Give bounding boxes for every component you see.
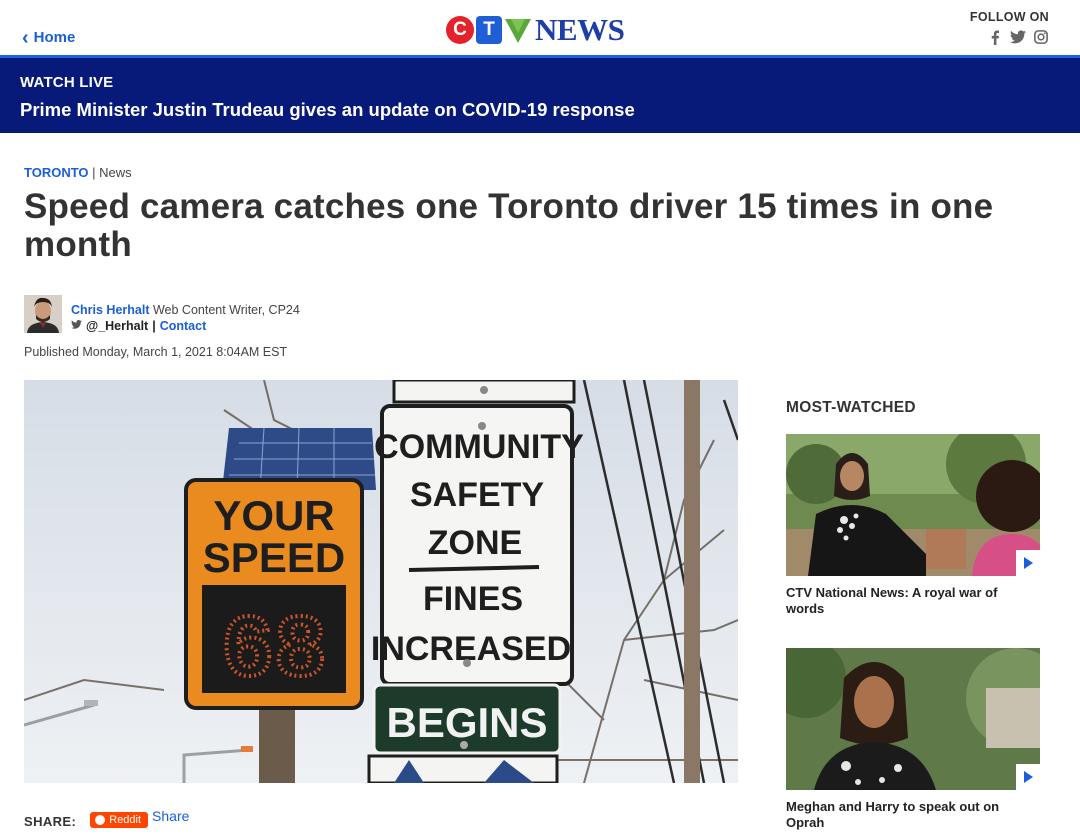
twitter-icon[interactable] — [1010, 29, 1026, 45]
video-caption[interactable]: CTV National News: A royal war of words — [786, 585, 1026, 617]
article-headline: Speed camera catches one Toronto driver … — [24, 187, 994, 264]
breadcrumb: TORONTO | News — [24, 165, 132, 180]
most-watched-card[interactable]: CTV National News: A royal war of words — [786, 434, 1040, 617]
speed-sign-photo: YOUR SPEED 68 COMMUNITY SAFETY ZONE FINE… — [24, 380, 738, 783]
logo-letter-c: C — [446, 16, 474, 44]
watch-live-title[interactable]: Prime Minister Justin Trudeau gives an u… — [20, 99, 635, 121]
author-name-link[interactable]: Chris Herhalt — [71, 303, 150, 317]
logo-letter-t: T — [476, 16, 502, 44]
video-caption[interactable]: Meghan and Harry to speak out on Oprah — [786, 799, 1026, 831]
play-icon[interactable] — [1016, 764, 1040, 790]
watch-live-banner[interactable]: WATCH LIVE Prime Minister Justin Trudeau… — [0, 58, 1080, 133]
video-thumbnail[interactable] — [786, 434, 1040, 576]
sign-line-3: ZONE — [428, 524, 522, 562]
share-link[interactable]: Share — [152, 808, 189, 824]
most-watched-title: MOST-WATCHED — [786, 399, 916, 416]
home-link[interactable]: ‹ Home — [22, 26, 76, 49]
published-date: Published Monday, March 1, 2021 8:04AM E… — [24, 345, 288, 359]
play-icon[interactable] — [1016, 550, 1040, 576]
breadcrumb-separator: | — [92, 165, 96, 180]
twitter-handle-link[interactable]: @_Herhalt — [86, 319, 148, 333]
share-label: SHARE: — [24, 814, 77, 829]
sign-line-5: INCREASED — [371, 630, 571, 668]
most-watched-card[interactable]: Meghan and Harry to speak out on Oprah — [786, 648, 1040, 831]
breadcrumb-section[interactable]: TORONTO — [24, 165, 89, 180]
facebook-icon[interactable] — [987, 29, 1003, 45]
sign-begins-text: BEGINS — [386, 699, 547, 746]
chevron-left-icon: ‹ — [22, 26, 29, 49]
site-header: ‹ Home C T NEWS FOLLOW ON — [0, 0, 1080, 56]
sign-your-text: YOUR — [213, 492, 334, 539]
follow-label: FOLLOW ON — [969, 10, 1049, 24]
author-separator: | — [152, 319, 156, 333]
sign-line-1: COMMUNITY — [374, 428, 584, 466]
reddit-icon — [95, 815, 106, 825]
instagram-icon[interactable] — [1033, 29, 1049, 45]
author-block: Chris Herhalt Web Content Writer, CP24 @… — [24, 295, 300, 333]
author-role: Web Content Writer, CP24 — [152, 303, 300, 317]
social-icons — [970, 29, 1049, 45]
article-hero-image[interactable]: YOUR SPEED 68 COMMUNITY SAFETY ZONE FINE… — [24, 380, 738, 783]
twitter-icon — [71, 320, 82, 332]
sign-speed-digits: 68 — [221, 603, 327, 702]
sign-speed-text: SPEED — [203, 534, 345, 581]
sign-line-2: SAFETY — [410, 476, 544, 514]
author-avatar[interactable] — [24, 295, 62, 333]
video-thumbnail[interactable] — [786, 648, 1040, 790]
ctv-news-logo[interactable]: C T NEWS — [446, 12, 625, 47]
share-bar: SHARE: Reddit Share — [24, 808, 199, 829]
follow-on: FOLLOW ON — [970, 10, 1049, 45]
logo-letter-v — [505, 19, 531, 43]
sign-line-4: FINES — [423, 580, 523, 618]
reddit-share-button[interactable]: Reddit — [90, 812, 149, 828]
home-link-label: Home — [33, 29, 76, 46]
watch-live-label: WATCH LIVE — [20, 74, 114, 91]
contact-link[interactable]: Contact — [160, 319, 207, 333]
logo-news-word: NEWS — [535, 12, 625, 47]
reddit-label: Reddit — [109, 814, 142, 826]
breadcrumb-subsection: News — [99, 165, 132, 180]
